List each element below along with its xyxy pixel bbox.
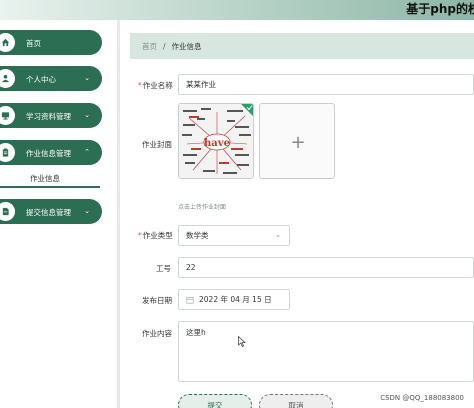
chevron-up-icon: ⌃ xyxy=(84,148,90,156)
type-label: *作业类型 xyxy=(138,231,173,240)
file-icon xyxy=(0,202,15,221)
sidebar-subitem-homework-info[interactable]: 作业信息 xyxy=(30,173,60,184)
content-value: 这里h xyxy=(186,328,206,337)
title-input[interactable]: 某某作业 xyxy=(178,74,474,95)
content-textarea[interactable]: 这里h xyxy=(178,321,474,382)
breadcrumb-separator: / xyxy=(163,41,166,51)
required-mark: * xyxy=(138,231,142,240)
type-select[interactable]: 数学类 ⌄ xyxy=(178,225,290,246)
cancel-button[interactable]: 取消 xyxy=(259,394,333,408)
breadcrumb-home[interactable]: 首页 xyxy=(142,41,157,52)
plus-icon: + xyxy=(290,131,306,153)
upload-tip: 点击上传作业封面 xyxy=(178,204,227,211)
mouse-cursor-icon xyxy=(238,336,246,347)
cover-image-thumbnail[interactable]: have xyxy=(178,103,254,179)
breadcrumb: 首页 / 作业信息 xyxy=(130,33,474,59)
chevron-down-icon: ⌄ xyxy=(84,74,90,82)
submit-button[interactable]: 提交 xyxy=(178,394,252,408)
chevron-down-icon: ⌄ xyxy=(84,207,90,215)
cover-label: 作业封面 xyxy=(142,140,172,149)
main-content: 首页 / 作业信息 *作业名称 某某作业 作业封面 have + 点击上传作业封… xyxy=(130,33,474,408)
sidebar-item-homework[interactable]: 作业信息管理 ⌃ xyxy=(0,140,102,165)
site-title: 基于php的校 xyxy=(406,2,474,16)
breadcrumb-current: 作业信息 xyxy=(171,41,202,51)
svg-text:have: have xyxy=(204,138,230,149)
clipboard-icon xyxy=(0,143,15,162)
chevron-down-icon: ⌄ xyxy=(84,111,90,119)
sidebar-item-profile[interactable]: 个人中心 ⌄ xyxy=(0,66,102,91)
sidebar-item-label: 学习资料管理 xyxy=(26,112,71,121)
date-value: 2022 年 04 月 15 日 xyxy=(199,295,272,304)
sidebar-item-materials[interactable]: 学习资料管理 ⌄ xyxy=(0,103,102,128)
sidebar: 首页 个人中心 ⌄ 学习资料管理 ⌄ 作业信息管理 ⌃ 作业信息 提交信息管理 … xyxy=(0,20,120,408)
sidebar-item-label: 提交信息管理 xyxy=(26,208,71,217)
type-select-value: 数学类 xyxy=(186,231,209,240)
required-mark: * xyxy=(138,81,142,90)
title-label: *作业名称 xyxy=(138,81,173,90)
sidebar-item-label: 作业信息管理 xyxy=(26,149,71,158)
id-input[interactable]: 22 xyxy=(178,257,474,278)
date-picker[interactable]: 2022 年 04 月 15 日 xyxy=(178,289,290,310)
sidebar-item-home[interactable]: 首页 xyxy=(0,30,102,55)
sidebar-item-submissions[interactable]: 提交信息管理 ⌄ xyxy=(0,199,102,224)
calendar-icon xyxy=(186,296,194,304)
chevron-down-icon: ⌄ xyxy=(275,231,281,239)
active-submenu-indicator xyxy=(0,186,100,188)
monitor-icon xyxy=(0,106,15,125)
csdn-watermark: CSDN @QQ_188083800 xyxy=(380,394,464,402)
home-icon xyxy=(0,33,15,52)
content-label: 作业内容 xyxy=(142,329,172,338)
date-label: 发布日期 xyxy=(142,296,172,305)
sidebar-item-label: 个人中心 xyxy=(26,75,56,84)
top-header: 基于php的校 xyxy=(0,0,474,20)
sidebar-item-label: 首页 xyxy=(26,39,41,48)
user-icon xyxy=(0,69,15,88)
id-label: 工号 xyxy=(156,264,171,273)
cover-upload-button[interactable]: + xyxy=(259,103,335,179)
check-icon xyxy=(241,104,253,116)
sidebar-divider xyxy=(117,20,120,408)
